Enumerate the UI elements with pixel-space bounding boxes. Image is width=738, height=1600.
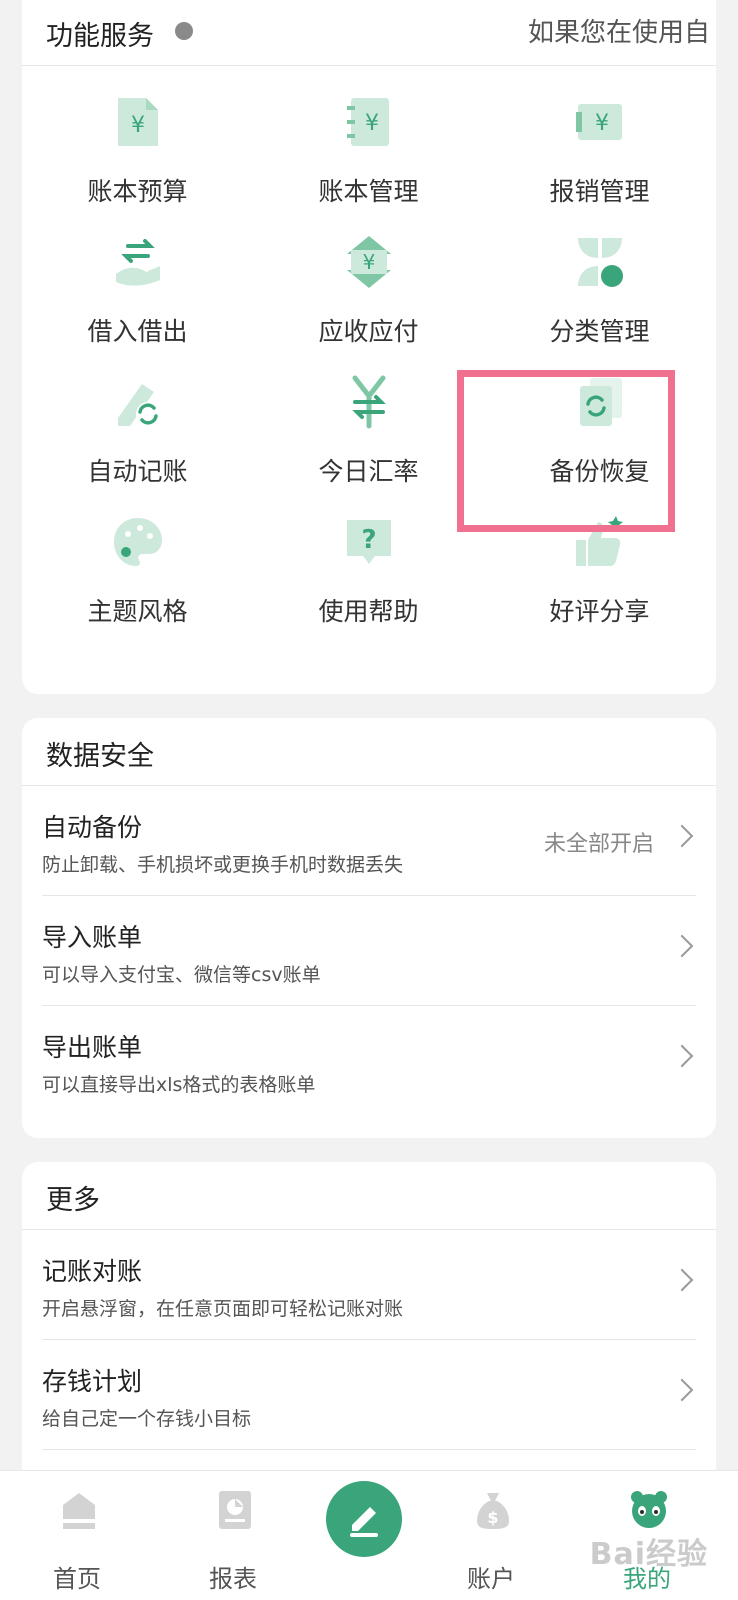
- money-bag-icon: $: [477, 1493, 509, 1529]
- row-export-bill[interactable]: 导出账单 可以直接导出xls格式的表格账单: [42, 1006, 696, 1116]
- exchange-rate-icon: [352, 375, 386, 429]
- service-label: 主题风格: [87, 597, 188, 626]
- service-label: 账本管理: [318, 177, 419, 206]
- row-title: 存钱计划: [42, 1367, 143, 1396]
- reimburse-icon: ¥: [576, 104, 622, 140]
- data-security-header: 数据安全: [22, 718, 716, 786]
- service-label: 使用帮助: [318, 597, 419, 626]
- service-label: 应收应付: [318, 317, 419, 346]
- data-security-card: 数据安全 自动备份 防止卸载、手机损坏或更换手机时数据丢失 未全部开启 导入账单…: [22, 718, 716, 1138]
- service-label: 报销管理: [549, 177, 650, 206]
- thumbs-up-icon: [576, 516, 623, 566]
- backup-restore-icon: [580, 378, 622, 426]
- report-icon: [219, 1491, 251, 1529]
- ledger-icon: ¥: [347, 98, 389, 146]
- service-auto-record[interactable]: 自动记账: [22, 362, 253, 502]
- service-help[interactable]: ? 使用帮助: [253, 502, 484, 642]
- svg-text:$: $: [487, 1508, 498, 1527]
- more-header: 更多: [22, 1162, 716, 1230]
- category-icon: [578, 238, 623, 287]
- tab-label: 首页: [53, 1565, 101, 1593]
- header-marquee-text: 如果您在使用自: [527, 18, 710, 48]
- row-title: 记账对账: [42, 1257, 143, 1286]
- svg-text:?: ?: [361, 525, 376, 555]
- svg-text:¥: ¥: [363, 250, 376, 274]
- row-subtitle: 可以导入支付宝、微信等csv账单: [42, 964, 321, 986]
- service-label: 自动记账: [87, 457, 188, 486]
- services-header: 功能服务 如果您在使用自: [22, 0, 716, 66]
- data-security-title: 数据安全: [46, 741, 154, 772]
- tab-home[interactable]: 首页: [22, 1471, 132, 1600]
- service-category[interactable]: 分类管理: [484, 222, 715, 362]
- service-label: 今日汇率: [318, 457, 419, 486]
- receivable-icon: ¥: [347, 236, 391, 288]
- watermark-text: Bai经验: [589, 1537, 708, 1572]
- lend-borrow-icon: [116, 239, 160, 286]
- service-theme[interactable]: 主题风格: [22, 502, 253, 642]
- chevron-right-icon: [670, 1378, 694, 1402]
- service-rate-share[interactable]: 好评分享: [484, 502, 715, 642]
- services-title: 功能服务: [46, 21, 154, 52]
- tab-report[interactable]: 报表: [178, 1471, 288, 1600]
- panda-icon: [631, 1491, 667, 1528]
- row-subtitle: 可以直接导出xls格式的表格账单: [42, 1074, 316, 1096]
- svg-text:¥: ¥: [595, 111, 609, 136]
- budget-icon: ¥: [118, 98, 158, 146]
- tab-label: 报表: [209, 1565, 257, 1593]
- bottom-tab-bar: 首页 报表 $ 账户 我的 Bai经验: [0, 1470, 738, 1600]
- row-title: 自动备份: [42, 813, 143, 842]
- svg-text:¥: ¥: [131, 113, 145, 138]
- service-backup-restore[interactable]: 备份恢复: [484, 362, 715, 502]
- row-title: 导出账单: [42, 1033, 143, 1062]
- more-title: 更多: [46, 1185, 100, 1216]
- service-label: 借入借出: [87, 317, 188, 346]
- service-label: 账本预算: [87, 177, 188, 206]
- service-ledger[interactable]: ¥ 账本管理: [253, 82, 484, 222]
- chevron-right-icon: [670, 824, 694, 848]
- service-lend-borrow[interactable]: 借入借出: [22, 222, 253, 362]
- service-label: 好评分享: [549, 597, 650, 626]
- row-title: 导入账单: [42, 923, 143, 952]
- service-receivable[interactable]: ¥ 应收应付: [253, 222, 484, 362]
- row-subtitle: 给自己定一个存钱小目标: [42, 1408, 252, 1430]
- chevron-right-icon: [670, 1044, 694, 1068]
- chevron-right-icon: [670, 934, 694, 958]
- service-reimburse[interactable]: ¥ 报销管理: [484, 82, 715, 222]
- palette-icon: [114, 518, 162, 566]
- tab-account[interactable]: $ 账户: [436, 1471, 546, 1600]
- service-exchange-rate[interactable]: 今日汇率: [253, 362, 484, 502]
- add-record-button[interactable]: [326, 1481, 402, 1557]
- chevron-right-icon: [670, 1268, 694, 1292]
- svg-text:¥: ¥: [365, 111, 379, 136]
- row-status-value: 未全部开启: [543, 832, 654, 857]
- service-budget[interactable]: ¥ 账本预算: [22, 82, 253, 222]
- row-import-bill[interactable]: 导入账单 可以导入支付宝、微信等csv账单: [42, 896, 696, 1006]
- service-label: 备份恢复: [549, 457, 650, 486]
- row-subtitle: 开启悬浮窗，在任意页面即可轻松记账对账: [42, 1298, 404, 1320]
- auto-record-icon: [118, 384, 160, 426]
- home-icon: [63, 1493, 95, 1529]
- tab-label: 账户: [467, 1565, 515, 1593]
- pencil-icon: [350, 1507, 378, 1537]
- row-reconcile[interactable]: 记账对账 开启悬浮窗，在任意页面即可轻松记账对账: [42, 1230, 696, 1340]
- status-dot: [175, 22, 193, 40]
- row-auto-backup[interactable]: 自动备份 防止卸载、手机损坏或更换手机时数据丢失 未全部开启: [42, 786, 696, 896]
- service-label: 分类管理: [549, 317, 650, 346]
- help-icon: ?: [347, 520, 391, 564]
- services-card: 功能服务 如果您在使用自 ¥ 账本预算 ¥ 账本管理 ¥ 报销管理 借入借出 ¥…: [22, 0, 716, 694]
- more-card: 更多 记账对账 开启悬浮窗，在任意页面即可轻松记账对账 存钱计划 给自己定一个存…: [22, 1162, 716, 1482]
- row-saving-plan[interactable]: 存钱计划 给自己定一个存钱小目标: [42, 1340, 696, 1450]
- row-subtitle: 防止卸载、手机损坏或更换手机时数据丢失: [42, 854, 404, 876]
